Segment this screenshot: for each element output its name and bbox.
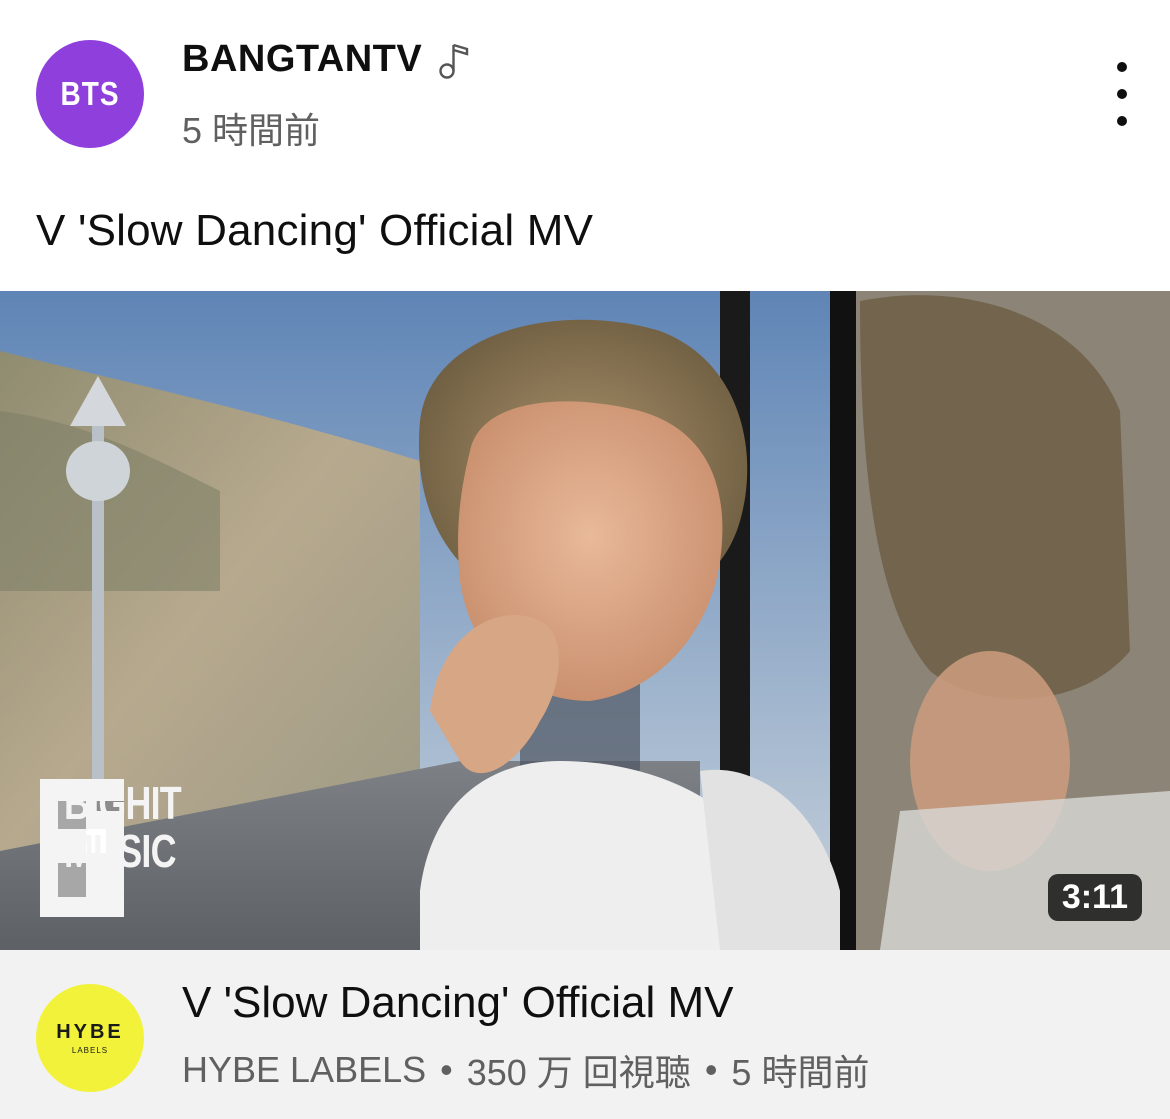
hybe-avatar-subtext: LABELS <box>71 1046 109 1055</box>
meta-separator: • <box>704 1049 718 1090</box>
video-title[interactable]: V 'Slow Dancing' Official MV <box>182 978 734 1028</box>
duration-badge: 3:11 <box>1047 874 1142 921</box>
post-text: V 'Slow Dancing' Official MV <box>36 206 594 255</box>
more-dot <box>1117 62 1127 72</box>
channel-avatar[interactable]: BTS <box>36 40 144 148</box>
channel-name[interactable]: BANGTANTV <box>182 38 472 81</box>
video-card-info[interactable]: HYBE LABELS V 'Slow Dancing' Official MV… <box>0 950 1170 1119</box>
channel-avatar-text: BTS <box>60 74 120 112</box>
video-meta: HYBE LABELS • 350 万 回視聴 • 5 時間前 <box>182 1044 869 1096</box>
hybe-avatar-text: HYBE <box>56 1021 124 1043</box>
more-dot <box>1117 116 1127 126</box>
view-count: 350 万 回視聴 <box>466 1052 691 1093</box>
more-dot <box>1117 89 1127 99</box>
video-channel[interactable]: HYBE LABELS <box>182 1049 426 1091</box>
bighit-logo-line1: BIGHIT <box>64 777 182 829</box>
bighit-logo-line2: MUSIC <box>64 825 177 877</box>
post-time: 5 時間前 <box>182 110 321 151</box>
more-vert-icon[interactable] <box>1100 62 1144 126</box>
post-header: BTS BANGTANTV 5 時間前 <box>0 0 1170 180</box>
meta-separator: • <box>440 1049 453 1090</box>
channel-name-text[interactable]: BANGTANTV <box>182 38 422 81</box>
music-note-icon <box>438 40 472 80</box>
video-thumbnail[interactable]: BIGHIT MUSIC 3:11 <box>0 291 1170 950</box>
hybe-avatar[interactable]: HYBE LABELS <box>36 984 144 1092</box>
bighit-music-logo: BIGHIT MUSIC <box>40 777 214 917</box>
video-time: 5 時間前 <box>731 1052 870 1093</box>
